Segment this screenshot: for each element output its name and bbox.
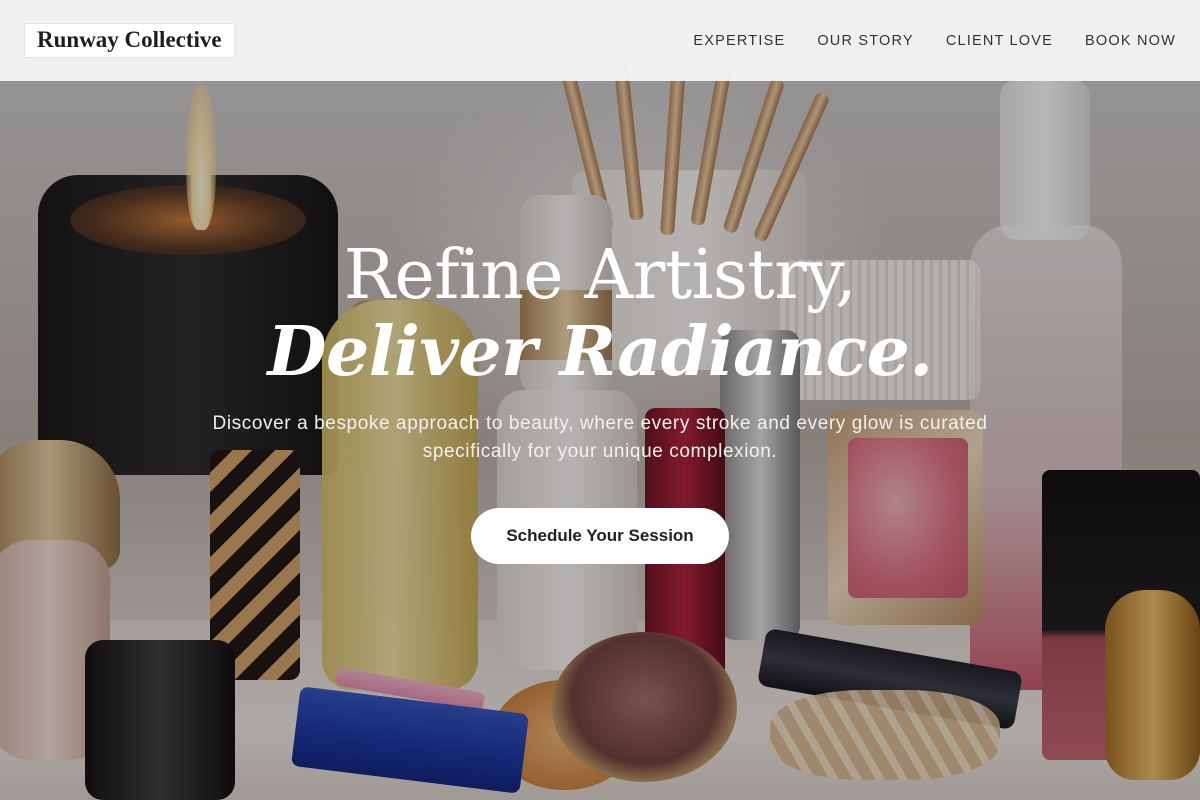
nav-link-book-now[interactable]: BOOK NOW	[1085, 33, 1176, 49]
main-nav: EXPERTISE OUR STORY CLIENT LOVE BOOK NOW	[693, 33, 1176, 49]
schedule-session-button[interactable]: Schedule Your Session	[471, 508, 729, 564]
headline-line-2: Deliver Radiance.	[267, 312, 933, 392]
nav-link-expertise[interactable]: EXPERTISE	[693, 33, 785, 49]
hero-headline: Refine Artistry, Deliver Radiance.	[0, 236, 1200, 392]
headline-line-1: Refine Artistry,	[343, 236, 857, 315]
hero-content: Refine Artistry, Deliver Radiance. Disco…	[0, 238, 1200, 564]
nav-link-client-love[interactable]: CLIENT LOVE	[946, 33, 1053, 49]
site-header: Runway Collective EXPERTISE OUR STORY CL…	[0, 0, 1200, 81]
brand-logo[interactable]: Runway Collective	[24, 23, 235, 58]
hero-subtitle: Discover a bespoke approach to beauty, w…	[212, 413, 988, 462]
nav-link-our-story[interactable]: OUR STORY	[817, 33, 913, 49]
